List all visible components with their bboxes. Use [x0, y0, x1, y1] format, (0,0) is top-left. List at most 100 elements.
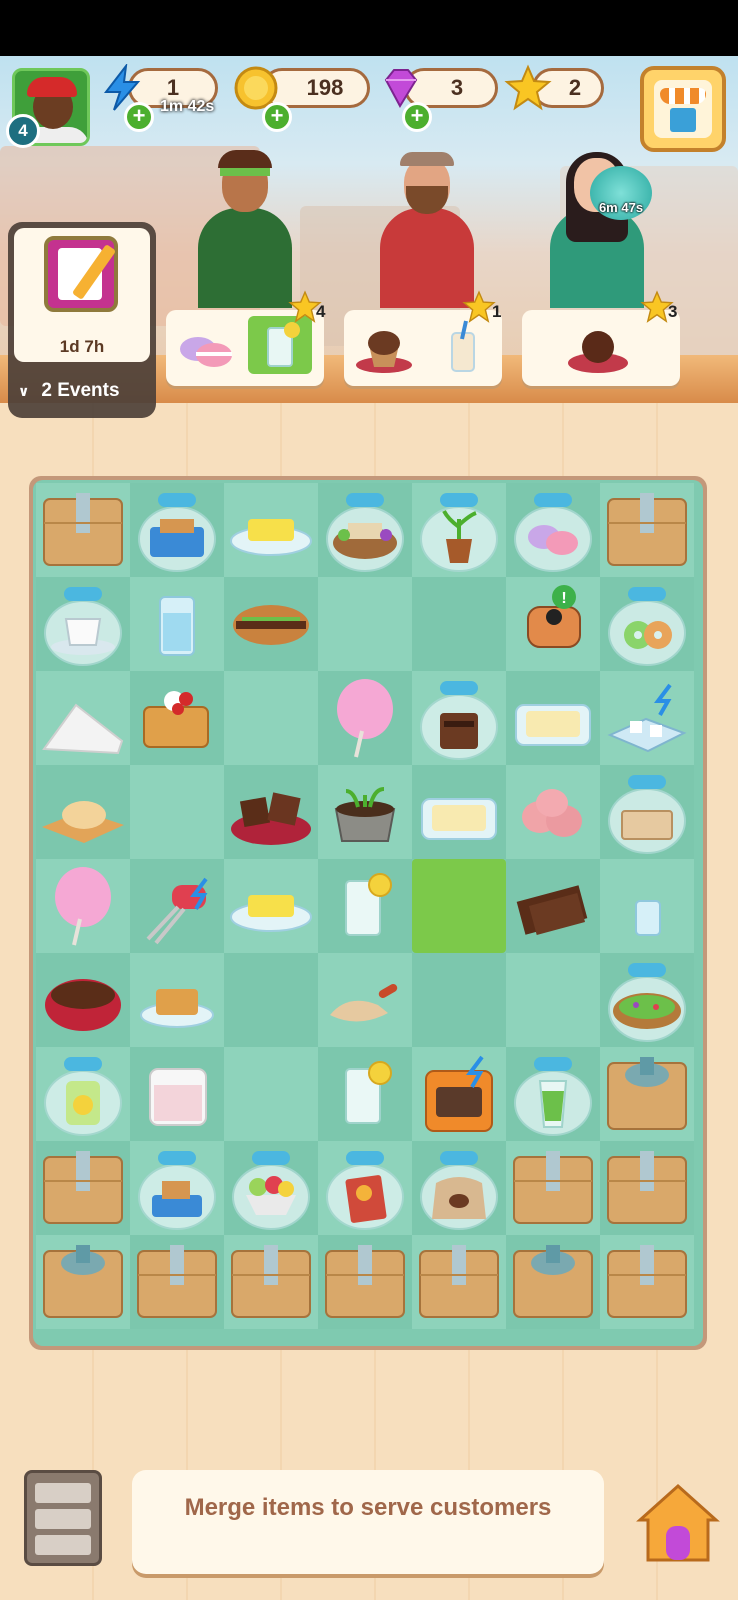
board-cell[interactable]: [412, 483, 506, 577]
board-cell[interactable]: [130, 953, 224, 1047]
board-cell[interactable]: [412, 859, 506, 953]
merge-board: !: [29, 476, 707, 1350]
board-cell[interactable]: [224, 671, 318, 765]
board-cell[interactable]: [600, 765, 694, 859]
svg-text:!: !: [561, 590, 566, 607]
board-cell[interactable]: [600, 1047, 694, 1141]
board-cell[interactable]: [36, 671, 130, 765]
board-cell[interactable]: [318, 1235, 412, 1329]
board-cell[interactable]: [506, 483, 600, 577]
butter-icon: [230, 895, 312, 932]
board-cell[interactable]: [506, 671, 600, 765]
flour-icon: [42, 703, 124, 755]
butter-tray-icon: [421, 798, 497, 840]
board-cell[interactable]: [318, 671, 412, 765]
shop-button[interactable]: [640, 66, 726, 152]
board-cell[interactable]: [506, 1141, 600, 1235]
jar-fruit-bowl-icon: [232, 1151, 310, 1230]
board-cell[interactable]: [224, 765, 318, 859]
board-cell[interactable]: [36, 577, 130, 671]
add-energy-button[interactable]: +: [124, 102, 154, 132]
board-cell[interactable]: [130, 1047, 224, 1141]
board-cell[interactable]: [130, 859, 224, 953]
board-cell[interactable]: [130, 671, 224, 765]
jar-sprinkles-icon: [608, 963, 686, 1042]
gems-value: 3: [450, 75, 464, 100]
hint-text: Merge items to serve customers: [184, 1494, 552, 1521]
jar-toaster-icon: [138, 1151, 216, 1230]
jar-salad-icon: [326, 493, 404, 572]
board-cell[interactable]: [506, 953, 600, 1047]
board-cell[interactable]: [130, 577, 224, 671]
home-button[interactable]: [636, 1480, 720, 1566]
board-cell[interactable]: [412, 1235, 506, 1329]
board-cell[interactable]: [318, 1141, 412, 1235]
board-cell[interactable]: [36, 765, 130, 859]
events-toggle[interactable]: ∨ 2 Events: [18, 380, 120, 402]
cotton-candy-icon: [55, 867, 111, 946]
board-cell[interactable]: [36, 1141, 130, 1235]
board-cell[interactable]: [318, 1047, 412, 1141]
waffle-icon: [143, 691, 209, 748]
customer-3-stars: 3: [668, 302, 678, 321]
board-cell[interactable]: [506, 1047, 600, 1141]
jar-coffee-cup-icon: [44, 587, 122, 666]
lemonade-icon: [345, 873, 392, 936]
box-icon: [607, 1245, 687, 1318]
board-cell[interactable]: [36, 483, 130, 577]
board-cell[interactable]: [36, 953, 130, 1047]
customer-1-stars: 4: [316, 302, 326, 321]
board-cell[interactable]: [318, 483, 412, 577]
box-icon: [137, 1245, 217, 1318]
board-cell[interactable]: [318, 765, 412, 859]
board-cell[interactable]: [412, 765, 506, 859]
chocolate-bar-icon: [516, 885, 588, 935]
board-cell[interactable]: [412, 953, 506, 1047]
board-cell[interactable]: !: [506, 577, 600, 671]
jar-box-icon: [608, 775, 686, 854]
board-cell[interactable]: [318, 577, 412, 671]
box-icon: [43, 1151, 123, 1224]
board-cell[interactable]: [412, 1141, 506, 1235]
board-cell[interactable]: [412, 577, 506, 671]
board-cell[interactable]: [224, 859, 318, 953]
board-cell[interactable]: [412, 671, 506, 765]
board-cell[interactable]: [130, 1235, 224, 1329]
board-cell[interactable]: [506, 765, 600, 859]
board-cell[interactable]: [224, 483, 318, 577]
board-cell[interactable]: [318, 953, 412, 1047]
chocolate-bowl-icon: [45, 979, 121, 1031]
notebook-icon: [44, 236, 118, 312]
board-cell[interactable]: [318, 859, 412, 953]
board-cell[interactable]: [600, 577, 694, 671]
board-cell[interactable]: [130, 765, 224, 859]
sandwich-icon: [233, 605, 309, 645]
board-cell[interactable]: [600, 1141, 694, 1235]
board-cell[interactable]: [224, 577, 318, 671]
board-cell[interactable]: [600, 1235, 694, 1329]
jar-plant-icon: [420, 493, 498, 572]
board-cell[interactable]: [224, 1141, 318, 1235]
board-cell[interactable]: [36, 1235, 130, 1329]
chevron-down-icon: ∨: [18, 383, 30, 399]
board-cell[interactable]: [600, 671, 694, 765]
board-cell[interactable]: [600, 483, 694, 577]
storage-drawer-button[interactable]: [24, 1470, 102, 1566]
board-cell[interactable]: [412, 1047, 506, 1141]
board-cell[interactable]: [224, 953, 318, 1047]
board-cell[interactable]: [130, 1141, 224, 1235]
board-cell[interactable]: [506, 859, 600, 953]
board-cell[interactable]: [600, 859, 694, 953]
board-cell[interactable]: [506, 1235, 600, 1329]
board-cell[interactable]: [224, 1235, 318, 1329]
customer-headband-man[interactable]: [190, 150, 300, 315]
stars-value: 2: [568, 75, 582, 100]
oven-icon: [425, 1055, 493, 1132]
add-coins-button[interactable]: +: [262, 102, 292, 132]
board-cell[interactable]: [36, 1047, 130, 1141]
board-cell[interactable]: [130, 483, 224, 577]
add-gems-button[interactable]: +: [402, 102, 432, 132]
board-cell[interactable]: [600, 953, 694, 1047]
board-cell[interactable]: [36, 859, 130, 953]
board-cell[interactable]: [224, 1047, 318, 1141]
